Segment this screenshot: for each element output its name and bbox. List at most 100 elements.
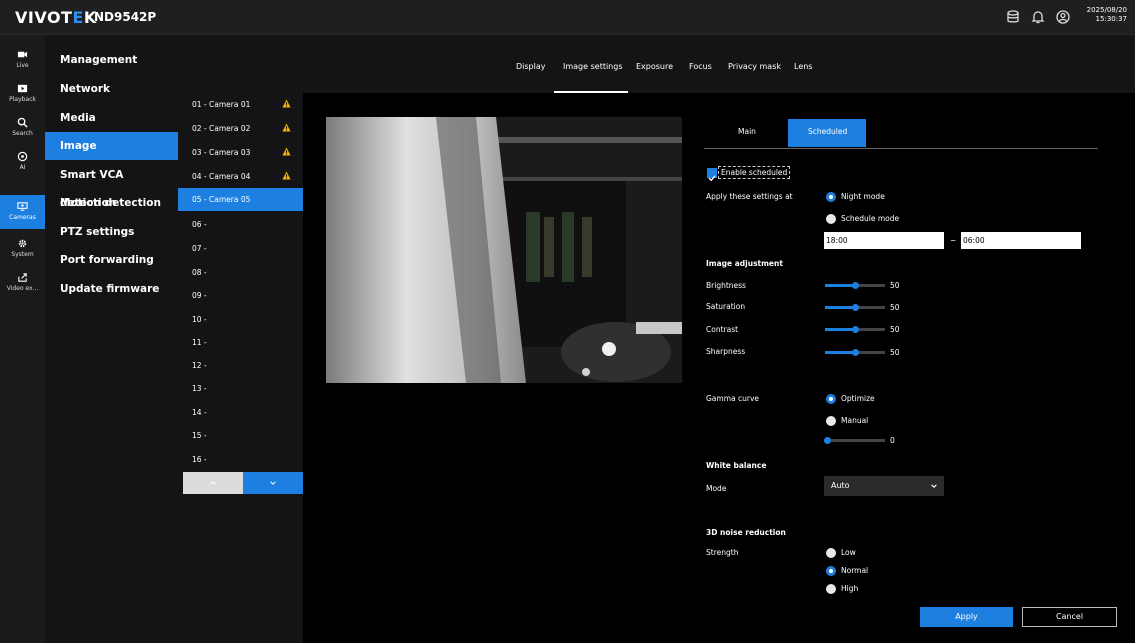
gamma-manual-radio[interactable] — [826, 416, 836, 426]
menu-network[interactable]: Network — [45, 75, 178, 103]
slider-knob[interactable] — [852, 326, 859, 333]
saturation-value: 50 — [890, 303, 900, 312]
time-from-input[interactable]: 18:00 — [824, 232, 944, 249]
nav-search[interactable]: Search — [0, 111, 45, 145]
play-icon — [17, 84, 28, 93]
nav-label: Search — [12, 130, 33, 137]
camera-item[interactable]: 03 - Camera 03 — [178, 141, 303, 164]
menu-management[interactable]: Management — [45, 46, 178, 74]
sharpness-slider[interactable] — [825, 349, 885, 356]
white-balance-header: White balance — [706, 461, 767, 470]
gamma-optimize-label: Optimize — [841, 394, 875, 403]
time-separator: ~ — [950, 236, 957, 245]
brightness-value: 50 — [890, 281, 900, 290]
nav-cameras[interactable]: Cameras — [0, 195, 45, 229]
contrast-value: 50 — [890, 325, 900, 334]
night-mode-radio[interactable] — [826, 192, 836, 202]
active-tab-indicator — [554, 91, 628, 93]
subtab-scheduled[interactable]: Scheduled — [788, 119, 866, 147]
camera-item[interactable]: 08 - — [178, 261, 303, 284]
menu-smart-vca[interactable]: Smart VCA detection — [45, 161, 178, 209]
camera-item[interactable]: 09 - — [178, 284, 303, 307]
storage-icon[interactable] — [1005, 9, 1021, 25]
camera-item[interactable]: 12 - — [178, 354, 303, 377]
tab-lens[interactable]: Lens — [794, 62, 812, 71]
camera-item-active[interactable]: 05 - Camera 05 — [178, 188, 303, 211]
menu-motion-detection[interactable]: Motion detection — [45, 189, 178, 217]
nav-system[interactable]: System — [0, 232, 45, 266]
camera-item[interactable]: 04 - Camera 04 — [178, 165, 303, 188]
apply-button[interactable]: Apply — [920, 607, 1013, 627]
subtab-scheduled-label: Scheduled — [808, 127, 848, 136]
apply-at-label: Apply these settings at — [706, 192, 793, 201]
time: 15:30:37 — [1095, 15, 1127, 23]
cancel-button[interactable]: Cancel — [1022, 607, 1117, 627]
schedule-mode-radio[interactable] — [826, 214, 836, 224]
subtab-main[interactable]: Main — [738, 127, 756, 136]
strength-high-radio[interactable] — [826, 584, 836, 594]
tab-display[interactable]: Display — [516, 62, 546, 71]
nav-ai[interactable]: AI — [0, 145, 45, 179]
camera-label: 04 - Camera 04 — [192, 172, 251, 181]
nav-label: Live — [16, 62, 29, 69]
tab-exposure[interactable]: Exposure — [636, 62, 673, 71]
camera-item[interactable]: 13 - — [178, 377, 303, 400]
camera-item[interactable]: 02 - Camera 02 — [178, 117, 303, 140]
camera-item[interactable]: 07 - — [178, 237, 303, 260]
brightness-label: Brightness — [706, 281, 746, 290]
slider-fill — [825, 328, 855, 331]
slider-knob[interactable] — [824, 437, 831, 444]
slider-knob[interactable] — [852, 349, 859, 356]
brightness-slider[interactable] — [825, 282, 885, 289]
strength-high-label: High — [841, 584, 859, 593]
tab-privacy-mask[interactable]: Privacy mask — [728, 62, 781, 71]
camera-item[interactable]: 01 - Camera 01 — [178, 93, 303, 116]
mode-label: Mode — [706, 484, 727, 493]
camera-item[interactable]: 14 - — [178, 401, 303, 424]
bell-icon[interactable] — [1030, 9, 1046, 25]
menu-media[interactable]: Media — [45, 104, 178, 132]
left-nav: Live Playback Search AI Cameras System V… — [0, 35, 45, 643]
white-balance-mode-select[interactable]: Auto — [824, 476, 944, 496]
export-icon — [18, 273, 27, 282]
menu-port-forwarding[interactable]: Port forwarding — [45, 246, 178, 274]
nav-video-export[interactable]: Video ex... — [0, 266, 45, 300]
video-camera-icon — [17, 51, 28, 58]
enable-scheduled-label[interactable]: Enable scheduled — [718, 166, 791, 179]
contrast-slider[interactable] — [825, 326, 885, 333]
user-icon[interactable] — [1055, 9, 1071, 25]
nav-playback[interactable]: Playback — [0, 77, 45, 111]
time-to-input[interactable]: 06:00 — [961, 232, 1081, 249]
schedule-mode-label: Schedule mode — [841, 214, 900, 223]
camera-item[interactable]: 10 - — [178, 308, 303, 331]
camera-item[interactable]: 11 - — [178, 331, 303, 354]
gamma-optimize-radio[interactable] — [826, 394, 836, 404]
strength-low-radio[interactable] — [826, 548, 836, 558]
gamma-slider[interactable] — [824, 437, 885, 444]
slider-knob[interactable] — [852, 304, 859, 311]
slider-fill — [825, 306, 855, 309]
night-mode-label: Night mode — [841, 192, 885, 201]
search-icon — [17, 117, 28, 128]
strength-normal-radio[interactable] — [826, 566, 836, 576]
date: 2025/08/20 — [1086, 6, 1127, 14]
subtab-divider — [704, 148, 1098, 149]
menu-update-firmware[interactable]: Update firmware — [45, 275, 178, 303]
camera-item[interactable]: 06 - — [178, 213, 303, 236]
tab-image-settings[interactable]: Image settings — [563, 62, 623, 71]
saturation-label: Saturation — [706, 302, 746, 311]
enable-scheduled-checkbox[interactable] — [707, 168, 717, 182]
tab-focus[interactable]: Focus — [689, 62, 712, 71]
saturation-slider[interactable] — [825, 304, 885, 311]
ai-icon — [17, 151, 28, 162]
nav-live[interactable]: Live — [0, 43, 45, 77]
menu-ptz-settings[interactable]: PTZ settings — [45, 218, 178, 246]
slider-knob[interactable] — [852, 282, 859, 289]
slider-fill — [825, 351, 855, 354]
settings-menu: Management Network Media Image Smart VCA… — [45, 35, 178, 643]
camera-item[interactable]: 15 - — [178, 424, 303, 447]
camera-item[interactable]: 16 - — [178, 448, 303, 471]
menu-image[interactable]: Image — [45, 132, 178, 160]
camera-list-down-button[interactable] — [243, 472, 303, 494]
camera-list-up-button[interactable] — [183, 472, 243, 494]
